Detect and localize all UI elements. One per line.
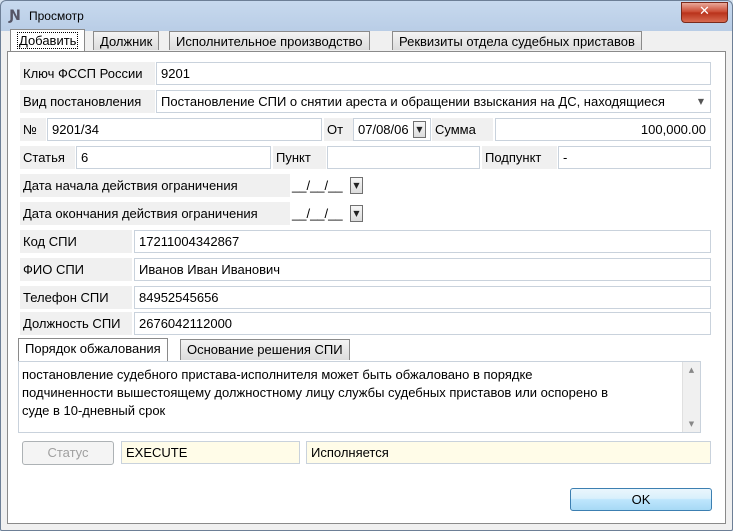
status-code-field: EXECUTE <box>121 441 300 464</box>
article-field[interactable]: 6 <box>76 146 271 169</box>
appeal-text-area[interactable]: постановление судебного пристава-исполни… <box>18 361 701 433</box>
restriction-end-picker-icon[interactable]: ▼ <box>350 205 363 222</box>
tab-add[interactable]: Добавить <box>10 29 86 52</box>
restriction-start-picker-icon[interactable]: ▼ <box>350 177 363 194</box>
appeal-scrollbar[interactable]: ▲ ▼ <box>682 362 700 432</box>
key-label: Ключ ФССП России <box>20 62 155 85</box>
restriction-end-field[interactable]: __/__/__ <box>292 204 343 223</box>
spi-name-label: ФИО СПИ <box>20 258 132 281</box>
app-icon: Ɲ <box>9 8 21 24</box>
spi-position-label: Должность СПИ <box>20 312 132 335</box>
spi-phone-label: Телефон СПИ <box>20 286 132 309</box>
ok-button[interactable]: OK <box>570 488 712 511</box>
tab-enforcement[interactable]: Исполнительное производство <box>169 31 370 50</box>
number-field[interactable]: 9201/34 <box>47 118 322 141</box>
date-picker-icon[interactable]: ▼ <box>413 121 426 138</box>
spi-phone-field[interactable]: 84952545656 <box>134 286 711 309</box>
order-type-value: Постановление СПИ о снятии ареста и обра… <box>161 94 665 109</box>
point-field[interactable] <box>327 146 480 169</box>
spi-position-field[interactable]: 2676042112000 <box>134 312 711 335</box>
title-bar[interactable]: Ɲ Просмотр ✕ <box>1 1 732 31</box>
window-client: Добавить Должник Исполнительное производ… <box>7 29 726 524</box>
restriction-start-field[interactable]: __/__/__ <box>292 176 343 195</box>
appeal-tabs: Порядок обжалования Основание решения СП… <box>18 338 713 439</box>
number-label: № <box>20 118 46 141</box>
point-label: Пункт <box>273 146 326 169</box>
status-button[interactable]: Статус <box>22 441 114 465</box>
spi-code-field[interactable]: 17211004342867 <box>134 230 711 253</box>
close-button[interactable]: ✕ <box>681 2 728 23</box>
tab-bailiff-details[interactable]: Реквизиты отдела судебных приставов <box>392 31 642 50</box>
spi-code-label: Код СПИ <box>20 230 132 253</box>
tab-appeal-procedure[interactable]: Порядок обжалования <box>18 338 168 361</box>
view-window: Ɲ Просмотр ✕ Добавить Должник Исполнител… <box>0 0 733 531</box>
window-title: Просмотр <box>29 9 84 23</box>
sum-field[interactable]: 100,000.00 <box>495 118 711 141</box>
appeal-text: постановление судебного пристава-исполни… <box>22 367 609 418</box>
restriction-start-label: Дата начала действия ограничения <box>20 174 290 197</box>
chevron-down-icon[interactable]: ▼ <box>695 95 707 109</box>
tab-debtor[interactable]: Должник <box>93 31 160 50</box>
status-text-field: Исполняется <box>306 441 711 464</box>
restriction-end-label: Дата окончания действия ограничения <box>20 202 290 225</box>
tab-add-label: Добавить <box>17 32 79 49</box>
order-type-label: Вид постановления <box>20 90 155 113</box>
order-type-select[interactable]: Постановление СПИ о снятии ареста и обра… <box>156 90 711 113</box>
tab-page-add: Ключ ФССП России 9201 Вид постановления … <box>7 51 726 524</box>
from-date-value: 07/08/06 <box>358 122 409 137</box>
key-field[interactable]: 9201 <box>156 62 711 85</box>
scroll-up-icon[interactable]: ▲ <box>683 363 700 377</box>
scroll-down-icon[interactable]: ▼ <box>683 417 700 431</box>
sum-label: Сумма <box>432 118 493 141</box>
subpoint-field[interactable]: - <box>558 146 711 169</box>
spi-name-field[interactable]: Иванов Иван Иванович <box>134 258 711 281</box>
subpoint-label: Подпункт <box>482 146 557 169</box>
article-label: Статья <box>20 146 75 169</box>
tab-decision-basis[interactable]: Основание решения СПИ <box>180 339 350 360</box>
from-label: От <box>324 118 353 141</box>
